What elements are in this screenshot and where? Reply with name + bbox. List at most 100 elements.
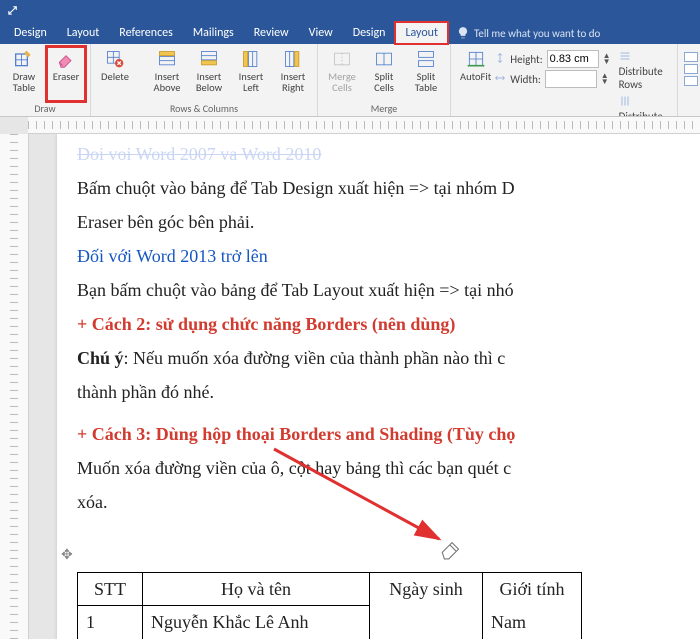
th-stt: STT [78, 573, 143, 606]
ribbon: Draw Table Eraser Draw Delete Insert [0, 44, 700, 117]
eraser-button[interactable]: Eraser [46, 46, 86, 102]
insert-above-icon [157, 49, 177, 69]
insert-right-button[interactable]: Insert Right [273, 46, 313, 102]
delete-button[interactable]: Delete [95, 46, 135, 102]
delete-label: Delete [101, 71, 129, 82]
lightbulb-icon [456, 26, 470, 40]
height-stepper[interactable]: ▲▼ [603, 53, 611, 65]
tab-review[interactable]: Review [244, 22, 299, 44]
pencil-grid-icon [14, 49, 34, 69]
height-input[interactable] [547, 50, 599, 68]
height-icon [494, 52, 506, 67]
doc-c2: + Cách 2: sử dụng chức năng Borders (nên… [77, 310, 700, 338]
distribute-rows-label: Distribute Rows [619, 65, 663, 91]
merge-cells-label: Merge Cells [328, 71, 356, 93]
group-rows-columns-label: Rows & Columns [170, 102, 238, 116]
group-rows-columns: Delete Insert Above Insert Below Insert … [91, 44, 318, 116]
th-name: Họ và tên [143, 573, 370, 606]
distribute-columns-label: Distribute Columns [619, 110, 663, 117]
autofit-icon [466, 49, 486, 69]
tab-layout[interactable]: Layout [57, 22, 110, 44]
insert-below-label: Insert Below [196, 71, 222, 93]
autofit-label: AutoFit [460, 71, 491, 82]
insert-left-button[interactable]: Insert Left [231, 46, 271, 102]
table-header-row: STT Họ và tên Ngày sinh Giới tính [78, 573, 582, 606]
page-scroll-area[interactable]: Doi voi Word 2007 va Word 2010 Bấm chuột… [29, 134, 700, 639]
group-merge-label: Merge [371, 102, 397, 116]
insert-left-label: Insert Left [239, 71, 264, 93]
tab-table-design[interactable]: Design [343, 22, 396, 44]
insert-below-button[interactable]: Insert Below [189, 46, 229, 102]
table-anchor-icon[interactable]: ✥ [61, 542, 700, 570]
distribute-rows-button[interactable]: Distribute Rows [619, 50, 670, 91]
doc-p2: Bạn bấm chuột vào bảng để Tab Layout xuấ… [77, 280, 514, 300]
td-dob [370, 606, 483, 639]
group-merge: Merge Cells Split Cells Split Table Merg… [318, 44, 451, 116]
width-label: Width: [510, 73, 541, 86]
tab-table-layout[interactable]: Layout [395, 22, 448, 44]
split-cells-icon [374, 49, 394, 69]
split-table-button[interactable]: Split Table [406, 46, 446, 102]
tell-me-label: Tell me what you want to do [474, 27, 600, 40]
distribute-columns-button[interactable]: Distribute Columns [619, 95, 670, 117]
split-cells-button[interactable]: Split Cells [364, 46, 404, 102]
insert-below-icon [199, 49, 219, 69]
eraser-icon [56, 49, 76, 69]
td-sex: Nam [483, 606, 582, 639]
ribbon-tabs: Design Layout References Mailings Review… [0, 22, 700, 44]
width-input[interactable] [545, 70, 597, 88]
ruler-horizontal[interactable] [28, 117, 700, 134]
tab-view[interactable]: View [299, 22, 343, 44]
td-stt: 1 [78, 606, 143, 639]
doc-p1: Bấm chuột vào bảng để Tab Design xuất hi… [77, 178, 515, 198]
document-page[interactable]: Doi voi Word 2007 va Word 2010 Bấm chuột… [57, 134, 700, 639]
group-draw-label: Draw [34, 102, 55, 116]
restore-icon: ⤢ [8, 4, 17, 18]
distribute-columns-icon [619, 95, 631, 107]
tab-references[interactable]: References [109, 22, 183, 44]
doc-c3: + Cách 3: Dùng hộp thoại Borders and Sha… [77, 420, 700, 448]
delete-table-icon [105, 49, 125, 69]
group-alignment: A Text Direction Alignment [678, 44, 700, 116]
height-label: Height: [510, 53, 542, 66]
draw-table-label: Draw Table [13, 71, 35, 93]
td-name: Nguyễn Khắc Lê Anh10/1/2007 [143, 606, 370, 639]
merge-cells-button[interactable]: Merge Cells [322, 46, 362, 102]
eraser-label: Eraser [53, 71, 80, 82]
doc-p4b: xóa. [77, 492, 108, 512]
doc-p4: Muốn xóa đường viền của ô, cột hay bảng … [77, 458, 511, 478]
doc-h2: Đối với Word 2013 trở lên [77, 242, 700, 270]
distribute-rows-icon [619, 50, 631, 62]
alignment-grid[interactable] [684, 46, 700, 86]
workspace: Doi voi Word 2007 va Word 2010 Bấm chuột… [0, 134, 700, 639]
doc-p3b: : Nếu muốn xóa đường viền của thành phần… [124, 348, 506, 368]
width-stepper[interactable]: ▲▼ [601, 73, 609, 85]
merge-cells-icon [332, 49, 352, 69]
title-bar: ⤢ [0, 0, 700, 22]
doc-p1b: Eraser bên góc bên phải. [77, 212, 254, 232]
doc-p3a: Chú ý [77, 348, 124, 368]
insert-left-icon [241, 49, 261, 69]
document-table[interactable]: STT Họ và tên Ngày sinh Giới tính 1 Nguy… [77, 572, 582, 639]
tell-me-search[interactable]: Tell me what you want to do [456, 26, 600, 40]
split-cells-label: Split Cells [374, 71, 394, 93]
ruler-vertical[interactable] [0, 134, 29, 639]
th-dob: Ngày sinh [370, 573, 483, 606]
draw-table-button[interactable]: Draw Table [4, 46, 44, 102]
group-draw: Draw Table Eraser Draw [0, 44, 91, 116]
header-cutoff: Doi voi Word 2007 va Word 2010 [77, 140, 700, 168]
group-cell-size: AutoFit Height: ▲▼ Width: ▲ [451, 44, 678, 116]
width-icon [494, 72, 506, 87]
insert-right-label: Insert Right [281, 71, 306, 93]
insert-above-button[interactable]: Insert Above [147, 46, 187, 102]
doc-p3c: thành phần đó nhé. [77, 382, 214, 402]
split-table-icon [416, 49, 436, 69]
tab-mailings[interactable]: Mailings [183, 22, 244, 44]
split-table-label: Split Table [415, 71, 437, 93]
tab-design[interactable]: Design [4, 22, 57, 44]
th-sex: Giới tính [483, 573, 582, 606]
table-row: 1 Nguyễn Khắc Lê Anh10/1/2007 Nam [78, 606, 582, 639]
insert-right-icon [283, 49, 303, 69]
insert-above-label: Insert Above [154, 71, 181, 93]
autofit-button[interactable]: AutoFit [459, 46, 492, 102]
